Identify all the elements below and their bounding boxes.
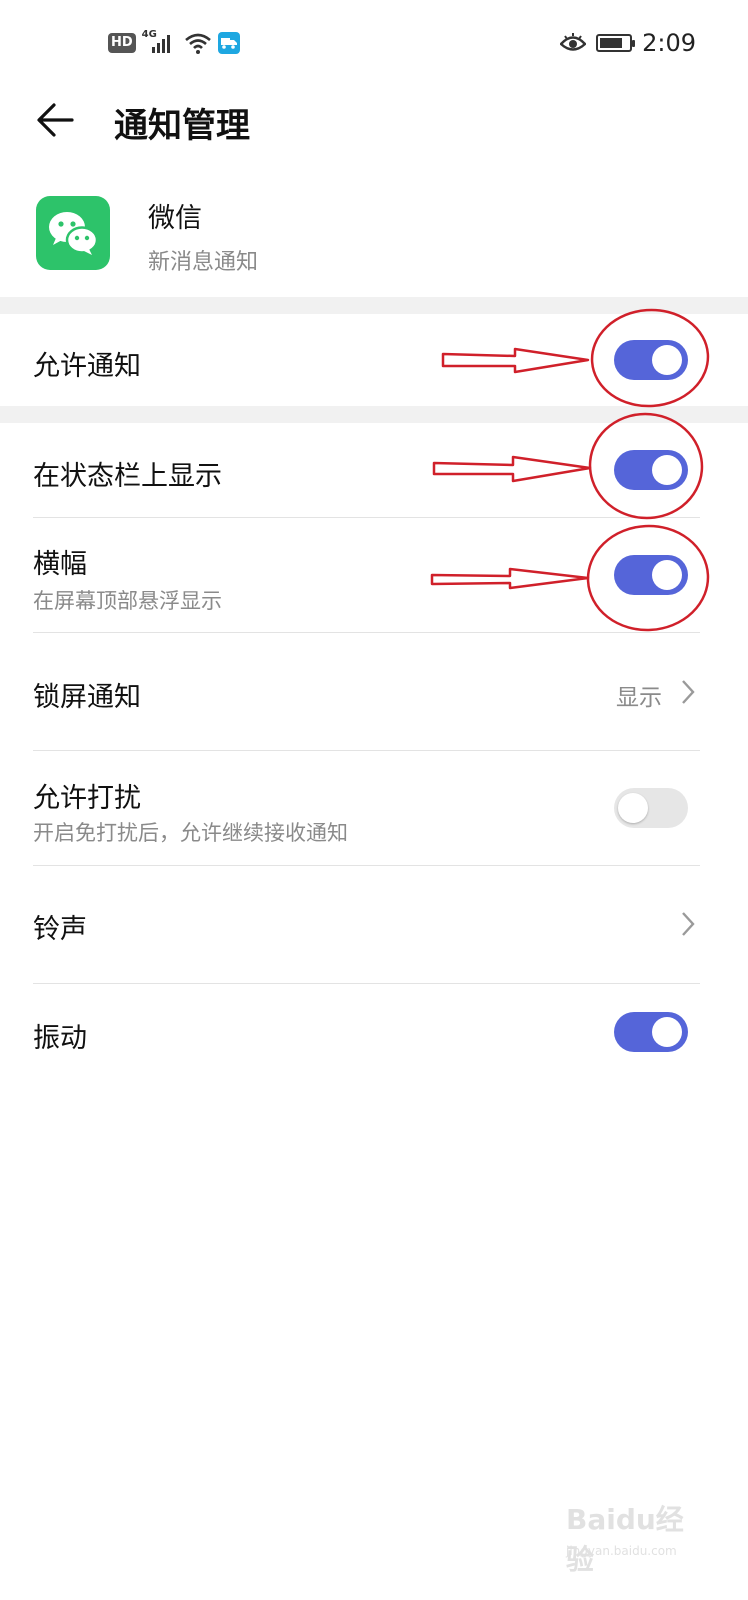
ringtone-row[interactable]: 铃声 xyxy=(0,866,748,983)
lock-screen-row[interactable]: 锁屏通知 显示 xyxy=(0,633,748,750)
status-bar-display-label: 在状态栏上显示 xyxy=(33,461,222,492)
allow-notifications-row[interactable]: 允许通知 xyxy=(0,314,748,406)
vibration-toggle[interactable] xyxy=(614,1012,688,1052)
clock: 2:09 xyxy=(642,29,696,57)
allow-disturb-description: 开启免打扰后，允许继续接收通知 xyxy=(33,821,348,845)
lock-screen-value: 显示 xyxy=(616,685,662,711)
allow-disturb-toggle[interactable] xyxy=(614,788,688,828)
status-bar-left: HD 4G xyxy=(108,29,240,56)
delivery-app-icon xyxy=(217,32,240,54)
back-arrow-icon[interactable] xyxy=(36,100,76,140)
banner-toggle[interactable] xyxy=(614,555,688,595)
ringtone-label: 铃声 xyxy=(33,914,87,945)
wifi-icon xyxy=(184,33,211,54)
eye-comfort-icon xyxy=(560,33,587,51)
vibration-label: 振动 xyxy=(33,1023,87,1054)
watermark-url: jingyan.baidu.com xyxy=(566,1544,677,1558)
page-title: 通知管理 xyxy=(114,106,250,146)
battery-icon xyxy=(596,34,636,52)
status-bar-display-toggle[interactable] xyxy=(614,450,688,490)
cellular-signal-icon: 4G xyxy=(142,29,178,55)
banner-description: 在屏幕顶部悬浮显示 xyxy=(33,589,222,613)
status-bar-right: 2:09 xyxy=(560,28,696,58)
wechat-app-icon xyxy=(36,196,110,270)
chevron-right-icon xyxy=(682,680,695,704)
section-gap xyxy=(0,297,748,314)
hd-icon: HD xyxy=(108,33,136,53)
allow-disturb-row[interactable]: 允许打扰 开启免打扰后，允许继续接收通知 xyxy=(0,751,748,865)
banner-row[interactable]: 横幅 在屏幕顶部悬浮显示 xyxy=(0,518,748,632)
section-gap xyxy=(0,406,748,423)
allow-notifications-label: 允许通知 xyxy=(33,351,141,382)
allow-disturb-label: 允许打扰 xyxy=(33,783,141,814)
allow-notifications-toggle[interactable] xyxy=(614,340,688,380)
app-name: 微信 xyxy=(148,203,202,234)
vibration-row[interactable]: 振动 xyxy=(0,984,748,1080)
chevron-right-icon xyxy=(682,912,695,936)
banner-label: 横幅 xyxy=(33,549,87,580)
watermark-brand: Baidu经验 xyxy=(566,1503,684,1576)
baidu-jingyan-watermark: Baidu经验 jingyan.baidu.com xyxy=(566,1498,706,1576)
lock-screen-label: 锁屏通知 xyxy=(33,682,141,713)
app-subtitle: 新消息通知 xyxy=(148,250,259,275)
status-bar-display-row[interactable]: 在状态栏上显示 xyxy=(0,423,748,517)
